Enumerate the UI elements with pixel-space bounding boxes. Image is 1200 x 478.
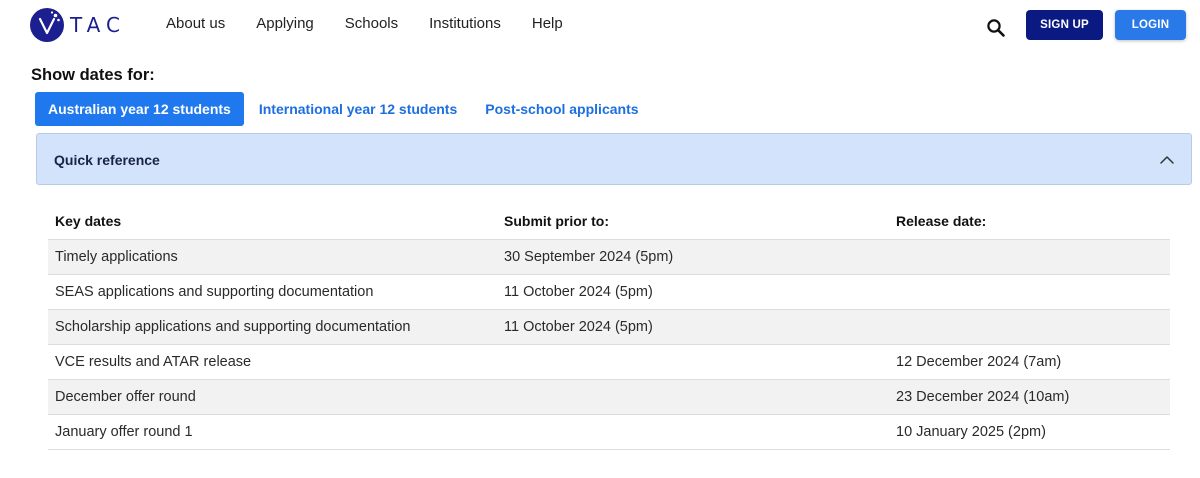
table-cell-key-date: Timely applications [48,239,497,275]
nav-institutions[interactable]: Institutions [429,15,501,32]
tab-post-school[interactable]: Post-school applicants [485,101,638,117]
table-cell-key-date: SEAS applications and supporting documen… [48,274,497,310]
table-row: January offer round 1 10 January 2025 (2… [48,414,1170,450]
table-row: Scholarship applications and supporting … [48,309,1170,345]
chevron-up-icon[interactable] [1159,152,1175,168]
table-header-row: Key dates Submit prior to: Release date: [48,203,1170,240]
table-cell-submit-prior-to: 30 September 2024 (5pm) [497,239,889,275]
logo-text: TAC [70,13,126,37]
table-row: Timely applications 30 September 2024 (5… [48,239,1170,275]
table-cell-release-date [889,274,1170,310]
table-cell-key-date: VCE results and ATAR release [48,344,497,380]
table-cell-key-date: Scholarship applications and supporting … [48,309,497,345]
nav-help[interactable]: Help [532,15,563,32]
column-header-key-dates: Key dates [48,203,497,240]
search-icon[interactable] [986,18,1006,38]
accordion-title: Quick reference [54,152,160,168]
table-cell-submit-prior-to: 11 October 2024 (5pm) [497,274,889,310]
column-header-submit-prior-to: Submit prior to: [497,203,889,240]
table-cell-release-date: 23 December 2024 (10am) [889,379,1170,415]
table-cell-submit-prior-to [497,379,889,415]
logo-mark-icon [30,8,64,42]
table-cell-release-date: 12 December 2024 (7am) [889,344,1170,380]
tab-australian-year-12[interactable]: Australian year 12 students [35,92,244,126]
quick-reference-accordion[interactable]: Quick reference [36,133,1192,185]
table-cell-submit-prior-to [497,414,889,450]
table-cell-release-date: 10 January 2025 (2pm) [889,414,1170,450]
vtac-logo[interactable]: TAC [30,8,126,42]
table-cell-release-date [889,309,1170,345]
main-nav: About us Applying Schools Institutions H… [166,15,594,32]
table-row: SEAS applications and supporting documen… [48,274,1170,310]
site-header: TAC About us Applying Schools Institutio… [0,0,1200,50]
table-cell-submit-prior-to [497,344,889,380]
nav-about-us[interactable]: About us [166,15,225,32]
table-row: VCE results and ATAR release 12 December… [48,344,1170,380]
nav-applying[interactable]: Applying [256,15,314,32]
table-cell-submit-prior-to: 11 October 2024 (5pm) [497,309,889,345]
table-cell-release-date [889,239,1170,275]
table-cell-key-date: January offer round 1 [48,414,497,450]
audience-tabs: Australian year 12 students Internationa… [35,92,639,126]
signup-button[interactable]: SIGN UP [1026,10,1103,40]
show-dates-heading: Show dates for: [31,66,155,84]
table-cell-key-date: December offer round [48,379,497,415]
nav-schools[interactable]: Schools [345,15,398,32]
column-header-release-date: Release date: [889,203,1170,240]
tab-international-year-12[interactable]: International year 12 students [259,101,457,117]
login-button[interactable]: LOGIN [1115,10,1186,40]
table-row: December offer round 23 December 2024 (1… [48,379,1170,415]
key-dates-table: Key dates Submit prior to: Release date:… [48,203,1170,450]
